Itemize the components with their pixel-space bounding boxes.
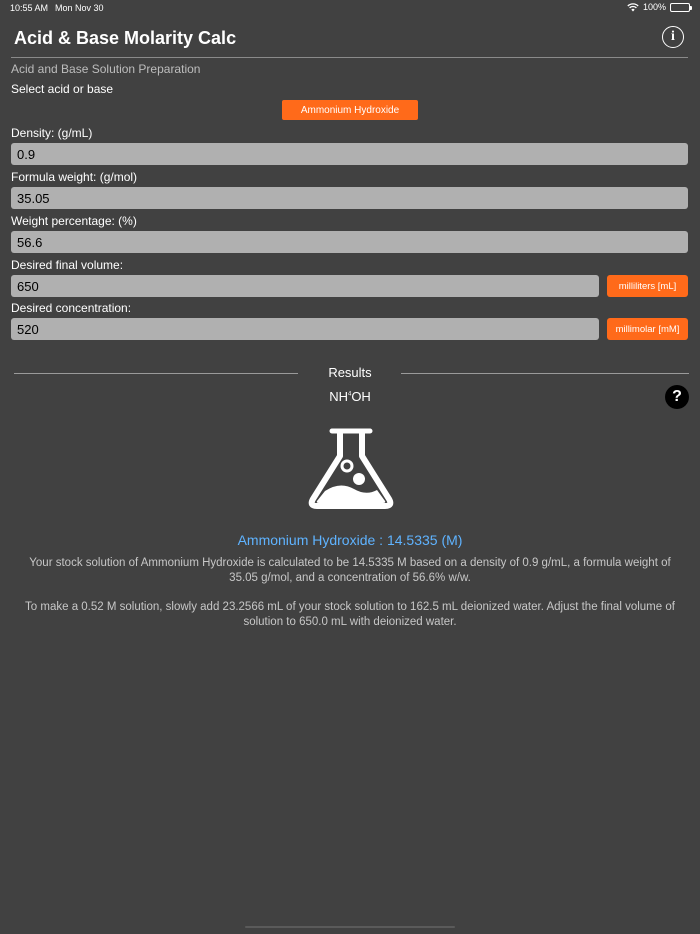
density-label: Density: (g/mL) [11,126,93,140]
app-screen: 10:55 AM Mon Nov 30 100% Acid & Base Mol… [0,0,700,934]
weight-percentage-label: Weight percentage: (%) [11,214,137,228]
home-indicator[interactable] [245,926,455,928]
status-indicators: 100% [627,2,692,12]
flask-icon [308,428,394,509]
formula-weight-input[interactable]: 35.05 [11,187,688,209]
results-divider-right [401,373,689,374]
info-icon[interactable]: i [662,26,684,48]
concentration-input[interactable]: 520 [11,318,599,340]
weight-percentage-input[interactable]: 56.6 [11,231,688,253]
preparation-instruction: To make a 0.52 M solution, slowly add 23… [25,601,675,628]
help-button[interactable]: ? [665,385,689,409]
formula-weight-label: Formula weight: (g/mol) [11,170,138,184]
results-title: Results [328,365,372,380]
wifi-icon [627,2,639,11]
status-date: Mon Nov 30 [55,3,104,13]
molarity-result: Ammonium Hydroxide : 14.5335 (M) [237,532,463,548]
status-bar: 10:55 AM Mon Nov 30 100% [0,0,700,16]
concentration-label: Desired concentration: [11,301,132,315]
final-volume-label: Desired final volume: [11,258,124,272]
volume-unit-button[interactable]: milliliters [mL] [607,275,688,297]
status-time: 10:55 AM [10,3,49,13]
chemical-formula: NH4OH [329,389,371,404]
results-divider-left [14,373,298,374]
select-label: Select acid or base [11,82,114,96]
app-title: Acid & Base Molarity Calc [14,28,237,48]
battery-icon [670,2,692,12]
concentration-unit-button[interactable]: millimolar [mM] [607,318,688,340]
section-title: Acid and Base Solution Preparation [11,62,201,76]
stock-description: Your stock solution of Ammonium Hydroxid… [29,557,671,584]
header-divider [11,57,688,58]
final-volume-input[interactable]: 650 [11,275,599,297]
compound-select-button[interactable]: Ammonium Hydroxide [282,100,418,120]
density-input[interactable]: 0.9 [11,143,688,165]
battery-percent: 100% [642,2,666,12]
